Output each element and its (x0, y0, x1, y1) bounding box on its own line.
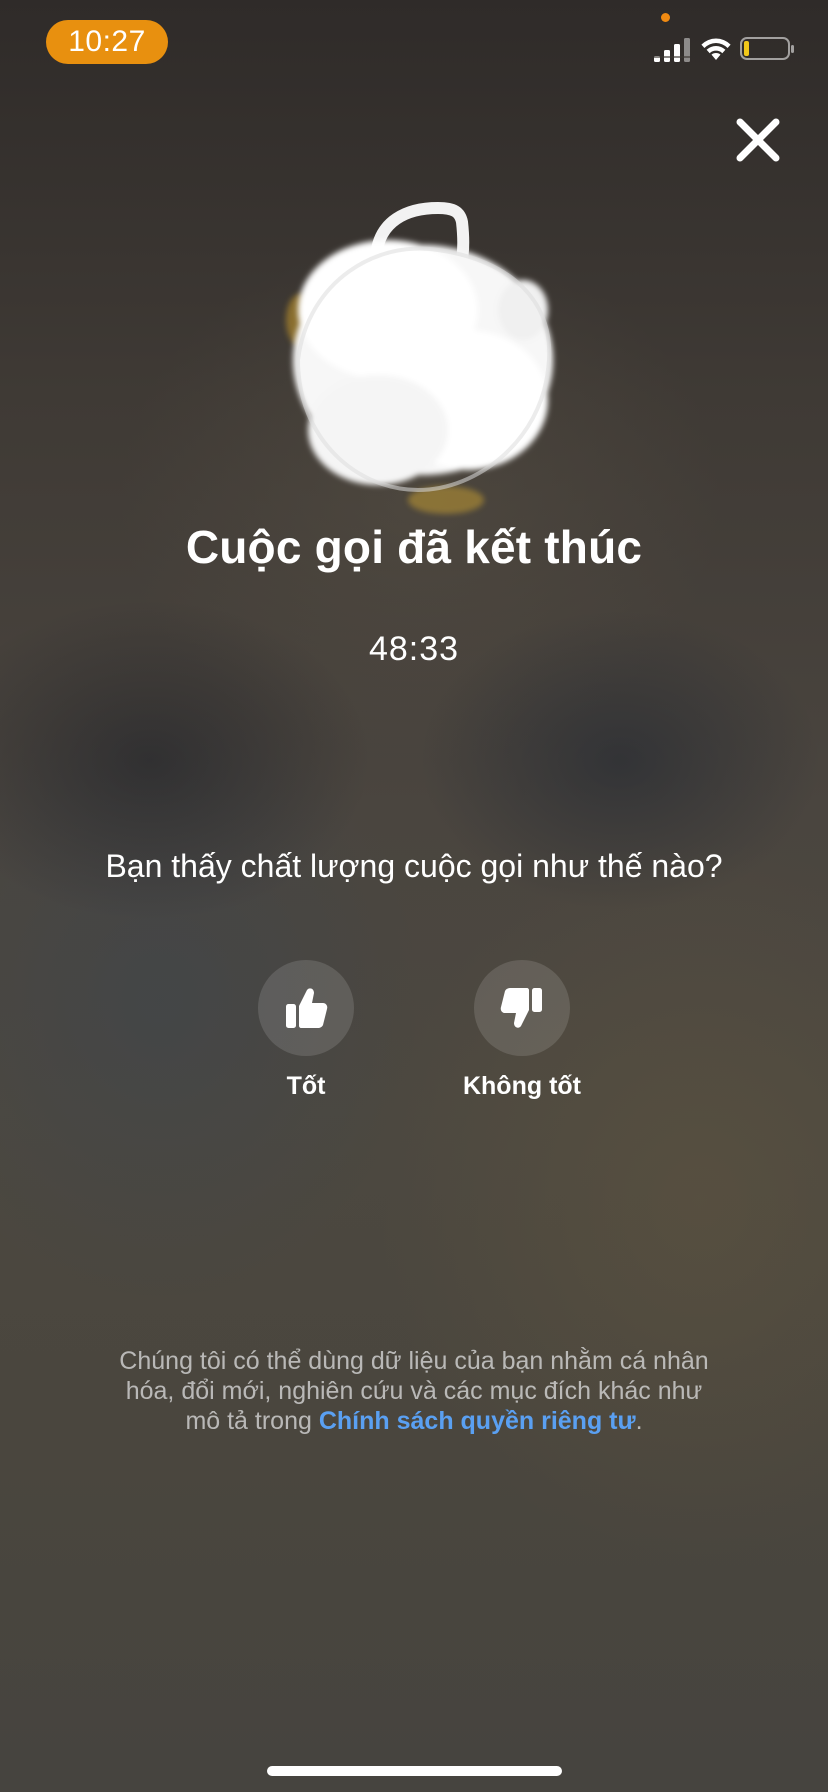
close-icon (736, 118, 780, 162)
call-ended-screen: 10:27 Cuộc gọi đã kết thúc 48:33 Bạn thấ… (0, 0, 828, 1792)
status-bar: 10:27 (0, 0, 828, 90)
rate-bad-circle[interactable] (474, 960, 570, 1056)
thumbs-down-icon (500, 988, 542, 1028)
rate-bad-button[interactable]: Không tốt (427, 960, 617, 1110)
cellular-signal-icon (654, 38, 690, 62)
privacy-notice-end: . (635, 1407, 643, 1435)
call-duration: 48:33 (368, 630, 460, 668)
call-ended-title: Cuộc gọi đã kết thúc (185, 521, 643, 573)
wifi-icon (701, 38, 731, 60)
privacy-policy-link[interactable]: Chính sách quyền riêng tư (319, 1407, 636, 1435)
status-time[interactable]: 10:27 (46, 20, 168, 64)
caller-avatar (286, 201, 553, 514)
privacy-indicator-dot (661, 13, 670, 22)
rate-good-label: Tốt (286, 1072, 326, 1100)
privacy-notice: Chúng tôi có thể dùng dữ liệu của bạn nh… (110, 1346, 718, 1436)
rate-good-button[interactable]: Tốt (211, 960, 401, 1110)
rating-question: Bạn thấy chất lượng cuộc gọi như thế nào… (105, 848, 723, 884)
rate-bad-label: Không tốt (462, 1072, 581, 1100)
home-indicator[interactable] (267, 1766, 562, 1776)
battery-low-icon (740, 37, 794, 60)
close-button[interactable] (732, 114, 784, 166)
thumbs-up-icon (286, 988, 328, 1028)
rate-good-circle[interactable] (258, 960, 354, 1056)
